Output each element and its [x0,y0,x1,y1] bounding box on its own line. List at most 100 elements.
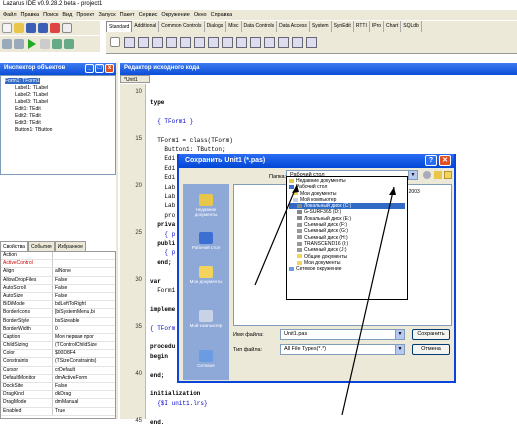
menu-item[interactable]: Правка [21,12,40,18]
palette-tab[interactable]: Standard [106,21,133,32]
step-over-icon[interactable] [64,39,74,49]
view-units-icon[interactable] [2,39,12,49]
property-value[interactable]: dkDrag [53,391,115,398]
component-icon[interactable] [222,37,233,48]
step-into-icon[interactable] [52,39,62,49]
maximize-icon[interactable]: □ [95,64,104,73]
property-value[interactable]: 0 [53,326,115,333]
save-all-icon[interactable] [38,23,48,33]
property-value[interactable]: bsSizeable [53,318,115,325]
property-row[interactable]: Color $00D8F4 [1,350,115,359]
property-row[interactable]: BiDiMode bdLeftToRight [1,301,115,310]
component-icon[interactable] [180,37,191,48]
filename-input[interactable]: Unit1.pas ▼ [280,329,405,340]
property-value[interactable] [53,260,115,267]
save-button[interactable]: Сохранить [412,329,450,340]
property-value[interactable]: alNone [53,268,115,275]
component-icon[interactable] [152,37,163,48]
tree-node[interactable]: Label1: TLabel [5,85,111,92]
palette-tab[interactable]: Data Controls [242,21,278,32]
new-folder-icon[interactable] [444,171,452,179]
place-desktop[interactable]: Рабочий стол [185,232,227,250]
run-icon[interactable] [28,39,36,49]
tree-node[interactable]: Label3: TLabel [5,99,111,106]
property-row[interactable]: DockSite False [1,383,115,392]
property-value[interactable]: [biSystemMenu,bi [53,309,115,316]
property-row[interactable]: Constraints (TSizeConstraints) [1,358,115,367]
tab-unit1[interactable]: *Unit1 [120,75,150,83]
place-network[interactable]: Сетевое [185,350,227,368]
property-row[interactable]: Cursor crDefault [1,366,115,375]
palette-tab[interactable]: Additional [132,21,160,32]
close-icon[interactable]: ✕ [439,155,451,166]
property-row[interactable]: ChildSizing (TControlChildSize [1,342,115,351]
component-icon[interactable] [306,37,317,48]
property-value[interactable]: True [53,408,115,415]
palette-tab[interactable]: SQLdb [401,21,422,32]
tree-node[interactable]: Edit3: TEdit [5,120,111,127]
tree-node[interactable]: Label2: TLabel [5,92,111,99]
property-value[interactable]: dmActiveForm [53,375,115,382]
palette-tab[interactable]: RTTI [354,21,370,32]
property-row[interactable]: Caption Моя первая прог [1,333,115,343]
component-icon[interactable] [278,37,289,48]
property-row[interactable]: AutoScroll False [1,284,115,293]
property-value[interactable]: (TSizeConstraints) [53,358,115,365]
menu-item[interactable]: Пакет [120,12,135,18]
close-icon[interactable]: x [105,64,114,73]
menu-item[interactable]: Вид [62,12,72,18]
component-icon[interactable] [292,37,303,48]
menu-item[interactable]: Поиск [43,12,58,18]
component-icon[interactable] [250,37,261,48]
menu-item[interactable]: Проект [76,12,94,18]
place-my-computer[interactable]: Мой компьютер [185,310,227,328]
property-row[interactable]: Align alNone [1,268,115,277]
palette-tab[interactable]: Data Access [277,21,310,32]
view-forms-icon[interactable] [14,39,24,49]
component-icon[interactable] [166,37,177,48]
menu-item[interactable]: Окно [194,12,207,18]
pointer-icon[interactable] [110,37,120,47]
tree-node[interactable]: Edit1: TEdit [5,106,111,113]
property-value[interactable]: Моя первая прог [53,334,115,341]
palette-tab[interactable]: System [310,21,332,32]
property-value[interactable]: False [53,277,115,284]
component-icon[interactable] [264,37,275,48]
tree-node[interactable]: Form1: TForm1 [5,78,111,85]
tree-node[interactable]: Edit2: TEdit [5,113,111,120]
chevron-down-icon[interactable]: ▼ [408,171,417,179]
property-row[interactable]: BorderStyle bsSizeable [1,317,115,326]
place-recent[interactable]: Недавние документы [185,194,227,217]
back-icon[interactable] [423,171,431,179]
tree-node[interactable]: Button1: TButton [5,127,111,134]
property-row[interactable]: BorderIcons [biSystemMenu,bi [1,309,115,318]
property-row[interactable]: Action [1,252,115,261]
help-icon[interactable]: ? [425,155,437,166]
property-row[interactable]: Enabled True [1,407,115,416]
menu-item[interactable]: Справка [211,12,233,18]
property-value[interactable] [53,252,115,259]
component-icon[interactable] [138,37,149,48]
property-row[interactable]: DragKind dkDrag [1,391,115,400]
property-value[interactable]: dmManual [53,399,115,406]
component-icon[interactable] [194,37,205,48]
property-row[interactable]: DragMode dmManual [1,399,115,408]
property-row[interactable]: ActiveControl [1,260,115,269]
property-value[interactable]: crDefault [53,367,115,374]
up-folder-icon[interactable] [434,171,442,179]
folder-dropdown-list[interactable]: Недавние документы Рабочий стол Мои докуме… [286,176,408,300]
component-icon[interactable] [236,37,247,48]
dropdown-item[interactable]: Сетевое окружение [289,266,405,272]
property-row[interactable]: AllowDropFiles False [1,276,115,285]
property-row[interactable]: AutoSize False [1,292,115,302]
filetype-select[interactable]: All File Types(*.*) ▼ [280,344,405,355]
palette-tab[interactable]: Common Controls [159,21,205,32]
property-value[interactable]: (TControlChildSize [53,342,115,349]
open-file-icon[interactable] [14,23,24,33]
palette-tab[interactable]: Misc [226,21,242,32]
pause-icon[interactable] [40,39,50,49]
menu-item[interactable]: Запуск [98,12,115,18]
component-icon[interactable] [208,37,219,48]
place-my-documents[interactable]: Мои документы [185,266,227,284]
inspector-tab[interactable]: Свойства [0,241,28,251]
